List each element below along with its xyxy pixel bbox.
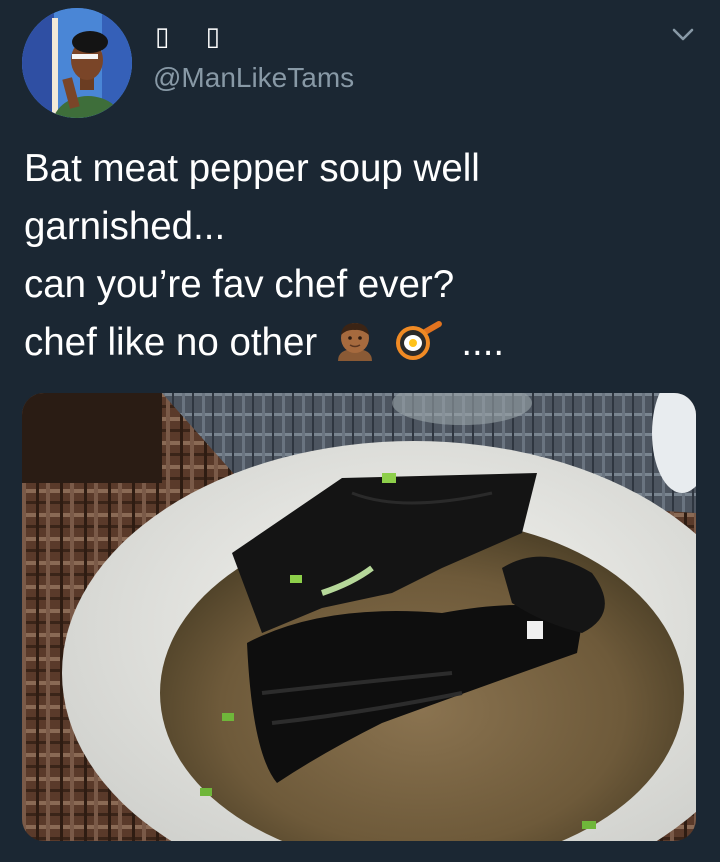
tweet-text: Bat meat pepper soup well garnished... c… bbox=[24, 140, 694, 378]
man-emoji-icon bbox=[334, 319, 376, 378]
tweet-line: can you’re fav chef ever? bbox=[24, 263, 455, 306]
frying-pan-egg-icon bbox=[393, 319, 443, 378]
user-handle[interactable]: @ManLikeTams bbox=[153, 62, 354, 94]
avatar-illustration bbox=[22, 8, 132, 118]
tweet-photo[interactable] bbox=[22, 393, 696, 841]
tweet-line: garnished... bbox=[24, 205, 226, 248]
avatar[interactable] bbox=[22, 8, 132, 118]
tweet-trailing: .... bbox=[461, 321, 505, 364]
chevron-down-icon[interactable] bbox=[668, 20, 698, 50]
tweet-line-last: chef like no other .... bbox=[24, 314, 694, 378]
tweet-line-text: chef like no other bbox=[24, 321, 318, 364]
soup-bowl-image bbox=[22, 393, 696, 841]
tweet-line: Bat meat pepper soup well bbox=[24, 147, 480, 190]
display-name[interactable]: ▯ ▯ bbox=[155, 22, 234, 52]
